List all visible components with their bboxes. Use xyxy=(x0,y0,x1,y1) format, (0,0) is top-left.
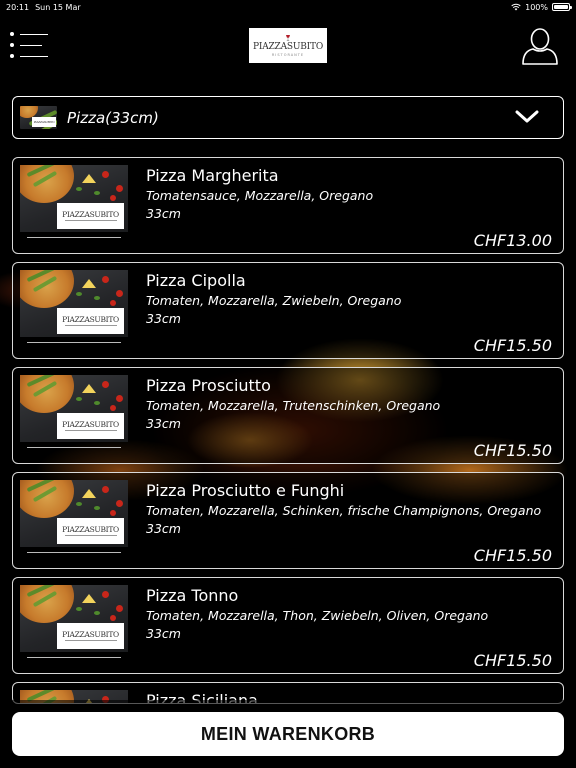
thumb-divider xyxy=(27,447,121,448)
category-thumbnail: PIAZZASUBITO xyxy=(20,106,57,129)
status-bar: 20:11 Sun 15 Mar 100% xyxy=(0,0,576,14)
product-card-5[interactable]: PIAZZASUBITO Pizza Tonno Tomaten, Mozzar… xyxy=(12,577,564,674)
thumb-logo: PIAZZASUBITO xyxy=(62,209,119,219)
product-size: 33cm xyxy=(146,521,181,536)
thumb-divider xyxy=(27,342,121,343)
product-name: Pizza Prosciutto e Funghi xyxy=(146,481,345,500)
product-description: Tomaten, Mozzarella, Trutenschinken, Ore… xyxy=(146,398,441,413)
product-size: 33cm xyxy=(146,311,181,326)
product-name: Pizza Prosciutto xyxy=(146,376,271,395)
product-name: Pizza Tonno xyxy=(146,586,239,605)
product-thumbnail: PIAZZASUBITO xyxy=(20,270,128,337)
product-name: Pizza Cipolla xyxy=(146,271,246,290)
product-price: CHF15.50 xyxy=(473,336,552,355)
cart-button-label: MEIN WARENKORB xyxy=(200,723,376,744)
product-description: Tomatensauce, Mozzarella, Oregano xyxy=(146,188,374,203)
category-thumb-logo: PIAZZASUBITO xyxy=(33,120,55,124)
thumb-divider xyxy=(27,552,121,553)
brand-logo[interactable]: PIAZZASUBITO RISTORANTE xyxy=(249,28,327,63)
status-time: 20:11 xyxy=(6,2,30,12)
product-price: CHF13.00 xyxy=(473,231,552,250)
product-card-2[interactable]: PIAZZASUBITO Pizza Cipolla Tomaten, Mozz… xyxy=(12,262,564,359)
logo-subtitle: RISTORANTE xyxy=(271,52,305,57)
product-price: CHF15.50 xyxy=(473,651,552,670)
product-description: Tomaten, Mozzarella, Zwiebeln, Oregano xyxy=(146,293,402,308)
product-thumbnail: PIAZZASUBITO xyxy=(20,480,128,547)
battery-icon xyxy=(552,3,572,11)
user-icon[interactable] xyxy=(521,26,559,66)
product-card-3[interactable]: PIAZZASUBITO Pizza Prosciutto Tomaten, M… xyxy=(12,367,564,464)
product-size: 33cm xyxy=(146,206,181,221)
product-card-1[interactable]: PIAZZASUBITO Pizza Margherita Tomatensau… xyxy=(12,157,564,254)
thumb-logo: PIAZZASUBITO xyxy=(62,419,119,429)
logo-wordmark: PIAZZASUBITO xyxy=(252,41,324,52)
menu-icon[interactable] xyxy=(10,31,50,59)
chevron-down-icon[interactable] xyxy=(515,109,539,125)
battery-percent: 100% xyxy=(525,2,548,12)
product-description: Tomaten, Mozzarella, Schinken, frische C… xyxy=(146,503,542,518)
thumb-divider xyxy=(27,237,121,238)
product-thumbnail: PIAZZASUBITO xyxy=(20,165,128,232)
product-price: CHF15.50 xyxy=(473,441,552,460)
product-thumbnail: PIAZZASUBITO xyxy=(20,375,128,442)
product-size: 33cm xyxy=(146,416,181,431)
wifi-icon xyxy=(511,3,521,11)
product-name: Pizza Margherita xyxy=(146,166,279,185)
product-list: PIAZZASUBITO Pizza Margherita Tomatensau… xyxy=(12,157,564,712)
product-price: CHF15.50 xyxy=(473,546,552,565)
product-card-4[interactable]: PIAZZASUBITO Pizza Prosciutto e Funghi T… xyxy=(12,472,564,569)
thumb-logo: PIAZZASUBITO xyxy=(62,629,119,639)
thumb-divider xyxy=(27,657,121,658)
top-bar: PIAZZASUBITO RISTORANTE xyxy=(0,20,576,76)
product-thumbnail: PIAZZASUBITO xyxy=(20,585,128,652)
thumb-logo: PIAZZASUBITO xyxy=(62,524,119,534)
category-selector[interactable]: PIAZZASUBITO Pizza(33cm) xyxy=(12,96,564,139)
thumb-logo: PIAZZASUBITO xyxy=(62,314,119,324)
category-label: Pizza(33cm) xyxy=(67,108,159,127)
cart-button[interactable]: MEIN WARENKORB xyxy=(12,712,564,756)
status-date: Sun 15 Mar xyxy=(35,2,81,12)
product-size: 33cm xyxy=(146,626,181,641)
wine-glass-icon xyxy=(286,34,290,41)
product-description: Tomaten, Mozzarella, Thon, Zwiebeln, Oli… xyxy=(146,608,489,623)
